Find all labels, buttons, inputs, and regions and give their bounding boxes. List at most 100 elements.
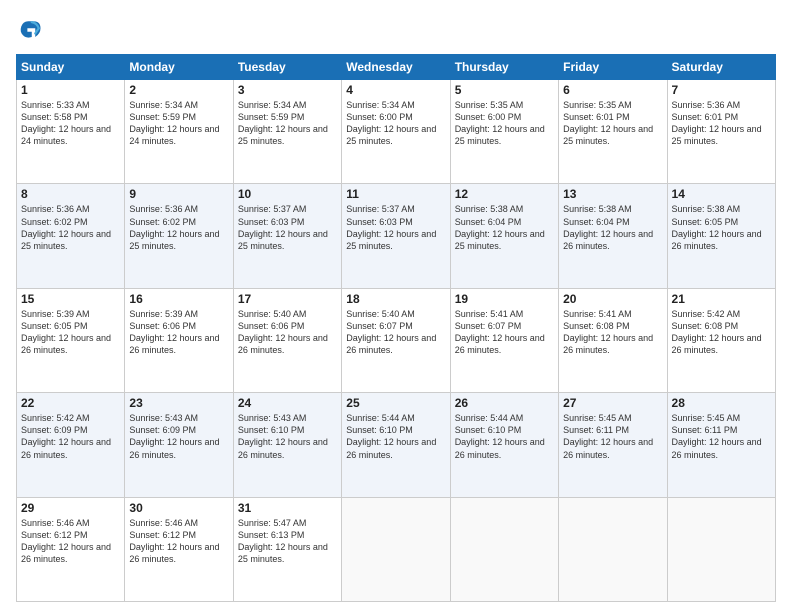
calendar-cell: 7 Sunrise: 5:36 AM Sunset: 6:01 PM Dayli… (667, 80, 775, 184)
calendar-cell: 10 Sunrise: 5:37 AM Sunset: 6:03 PM Dayl… (233, 184, 341, 288)
day-number: 17 (238, 292, 337, 306)
calendar-header-friday: Friday (559, 55, 667, 80)
day-info: Sunrise: 5:41 AM Sunset: 6:07 PM Dayligh… (455, 308, 554, 357)
calendar-cell: 21 Sunrise: 5:42 AM Sunset: 6:08 PM Dayl… (667, 288, 775, 392)
calendar-header-thursday: Thursday (450, 55, 558, 80)
day-info: Sunrise: 5:36 AM Sunset: 6:02 PM Dayligh… (129, 203, 228, 252)
day-number: 10 (238, 187, 337, 201)
day-number: 19 (455, 292, 554, 306)
calendar-cell (450, 497, 558, 601)
calendar-cell: 15 Sunrise: 5:39 AM Sunset: 6:05 PM Dayl… (17, 288, 125, 392)
logo (16, 16, 48, 44)
calendar-cell: 27 Sunrise: 5:45 AM Sunset: 6:11 PM Dayl… (559, 393, 667, 497)
calendar-header-saturday: Saturday (667, 55, 775, 80)
calendar-cell: 1 Sunrise: 5:33 AM Sunset: 5:58 PM Dayli… (17, 80, 125, 184)
day-number: 30 (129, 501, 228, 515)
day-info: Sunrise: 5:39 AM Sunset: 6:05 PM Dayligh… (21, 308, 120, 357)
calendar-header-monday: Monday (125, 55, 233, 80)
calendar-cell: 28 Sunrise: 5:45 AM Sunset: 6:11 PM Dayl… (667, 393, 775, 497)
day-number: 4 (346, 83, 445, 97)
calendar-header-sunday: Sunday (17, 55, 125, 80)
calendar-cell: 13 Sunrise: 5:38 AM Sunset: 6:04 PM Dayl… (559, 184, 667, 288)
day-number: 31 (238, 501, 337, 515)
day-number: 18 (346, 292, 445, 306)
calendar-cell: 29 Sunrise: 5:46 AM Sunset: 6:12 PM Dayl… (17, 497, 125, 601)
calendar-cell: 18 Sunrise: 5:40 AM Sunset: 6:07 PM Dayl… (342, 288, 450, 392)
calendar-cell: 12 Sunrise: 5:38 AM Sunset: 6:04 PM Dayl… (450, 184, 558, 288)
day-number: 22 (21, 396, 120, 410)
calendar-header-tuesday: Tuesday (233, 55, 341, 80)
day-info: Sunrise: 5:40 AM Sunset: 6:06 PM Dayligh… (238, 308, 337, 357)
header (16, 16, 776, 44)
calendar-cell: 31 Sunrise: 5:47 AM Sunset: 6:13 PM Dayl… (233, 497, 341, 601)
day-info: Sunrise: 5:46 AM Sunset: 6:12 PM Dayligh… (21, 517, 120, 566)
calendar-cell: 20 Sunrise: 5:41 AM Sunset: 6:08 PM Dayl… (559, 288, 667, 392)
day-info: Sunrise: 5:44 AM Sunset: 6:10 PM Dayligh… (455, 412, 554, 461)
calendar-week-4: 22 Sunrise: 5:42 AM Sunset: 6:09 PM Dayl… (17, 393, 776, 497)
calendar-cell: 9 Sunrise: 5:36 AM Sunset: 6:02 PM Dayli… (125, 184, 233, 288)
day-info: Sunrise: 5:47 AM Sunset: 6:13 PM Dayligh… (238, 517, 337, 566)
day-info: Sunrise: 5:46 AM Sunset: 6:12 PM Dayligh… (129, 517, 228, 566)
calendar-cell: 25 Sunrise: 5:44 AM Sunset: 6:10 PM Dayl… (342, 393, 450, 497)
calendar-cell: 3 Sunrise: 5:34 AM Sunset: 5:59 PM Dayli… (233, 80, 341, 184)
calendar-cell: 2 Sunrise: 5:34 AM Sunset: 5:59 PM Dayli… (125, 80, 233, 184)
calendar-cell (342, 497, 450, 601)
day-info: Sunrise: 5:35 AM Sunset: 6:01 PM Dayligh… (563, 99, 662, 148)
day-info: Sunrise: 5:33 AM Sunset: 5:58 PM Dayligh… (21, 99, 120, 148)
day-info: Sunrise: 5:40 AM Sunset: 6:07 PM Dayligh… (346, 308, 445, 357)
calendar-cell: 22 Sunrise: 5:42 AM Sunset: 6:09 PM Dayl… (17, 393, 125, 497)
day-number: 3 (238, 83, 337, 97)
day-info: Sunrise: 5:38 AM Sunset: 6:04 PM Dayligh… (455, 203, 554, 252)
day-number: 23 (129, 396, 228, 410)
day-info: Sunrise: 5:42 AM Sunset: 6:08 PM Dayligh… (672, 308, 771, 357)
calendar-cell (667, 497, 775, 601)
calendar-cell: 23 Sunrise: 5:43 AM Sunset: 6:09 PM Dayl… (125, 393, 233, 497)
calendar-cell: 4 Sunrise: 5:34 AM Sunset: 6:00 PM Dayli… (342, 80, 450, 184)
day-info: Sunrise: 5:45 AM Sunset: 6:11 PM Dayligh… (563, 412, 662, 461)
day-number: 26 (455, 396, 554, 410)
calendar-week-5: 29 Sunrise: 5:46 AM Sunset: 6:12 PM Dayl… (17, 497, 776, 601)
day-number: 8 (21, 187, 120, 201)
day-number: 24 (238, 396, 337, 410)
day-number: 2 (129, 83, 228, 97)
day-info: Sunrise: 5:41 AM Sunset: 6:08 PM Dayligh… (563, 308, 662, 357)
calendar-cell: 19 Sunrise: 5:41 AM Sunset: 6:07 PM Dayl… (450, 288, 558, 392)
day-info: Sunrise: 5:34 AM Sunset: 6:00 PM Dayligh… (346, 99, 445, 148)
calendar-cell: 5 Sunrise: 5:35 AM Sunset: 6:00 PM Dayli… (450, 80, 558, 184)
day-number: 12 (455, 187, 554, 201)
day-info: Sunrise: 5:45 AM Sunset: 6:11 PM Dayligh… (672, 412, 771, 461)
day-number: 25 (346, 396, 445, 410)
day-info: Sunrise: 5:39 AM Sunset: 6:06 PM Dayligh… (129, 308, 228, 357)
day-number: 7 (672, 83, 771, 97)
day-info: Sunrise: 5:34 AM Sunset: 5:59 PM Dayligh… (129, 99, 228, 148)
calendar-cell: 14 Sunrise: 5:38 AM Sunset: 6:05 PM Dayl… (667, 184, 775, 288)
day-number: 27 (563, 396, 662, 410)
calendar-cell (559, 497, 667, 601)
day-info: Sunrise: 5:44 AM Sunset: 6:10 PM Dayligh… (346, 412, 445, 461)
calendar-cell: 6 Sunrise: 5:35 AM Sunset: 6:01 PM Dayli… (559, 80, 667, 184)
day-info: Sunrise: 5:36 AM Sunset: 6:01 PM Dayligh… (672, 99, 771, 148)
day-info: Sunrise: 5:42 AM Sunset: 6:09 PM Dayligh… (21, 412, 120, 461)
day-number: 29 (21, 501, 120, 515)
calendar: SundayMondayTuesdayWednesdayThursdayFrid… (16, 54, 776, 602)
day-info: Sunrise: 5:35 AM Sunset: 6:00 PM Dayligh… (455, 99, 554, 148)
calendar-week-3: 15 Sunrise: 5:39 AM Sunset: 6:05 PM Dayl… (17, 288, 776, 392)
calendar-week-1: 1 Sunrise: 5:33 AM Sunset: 5:58 PM Dayli… (17, 80, 776, 184)
day-info: Sunrise: 5:37 AM Sunset: 6:03 PM Dayligh… (238, 203, 337, 252)
calendar-cell: 30 Sunrise: 5:46 AM Sunset: 6:12 PM Dayl… (125, 497, 233, 601)
day-number: 28 (672, 396, 771, 410)
day-number: 20 (563, 292, 662, 306)
calendar-cell: 17 Sunrise: 5:40 AM Sunset: 6:06 PM Dayl… (233, 288, 341, 392)
logo-icon (16, 16, 44, 44)
calendar-cell: 24 Sunrise: 5:43 AM Sunset: 6:10 PM Dayl… (233, 393, 341, 497)
day-info: Sunrise: 5:43 AM Sunset: 6:09 PM Dayligh… (129, 412, 228, 461)
calendar-header-row: SundayMondayTuesdayWednesdayThursdayFrid… (17, 55, 776, 80)
day-info: Sunrise: 5:37 AM Sunset: 6:03 PM Dayligh… (346, 203, 445, 252)
day-number: 11 (346, 187, 445, 201)
calendar-cell: 26 Sunrise: 5:44 AM Sunset: 6:10 PM Dayl… (450, 393, 558, 497)
day-info: Sunrise: 5:36 AM Sunset: 6:02 PM Dayligh… (21, 203, 120, 252)
day-number: 15 (21, 292, 120, 306)
day-number: 6 (563, 83, 662, 97)
page: SundayMondayTuesdayWednesdayThursdayFrid… (0, 0, 792, 612)
day-info: Sunrise: 5:34 AM Sunset: 5:59 PM Dayligh… (238, 99, 337, 148)
